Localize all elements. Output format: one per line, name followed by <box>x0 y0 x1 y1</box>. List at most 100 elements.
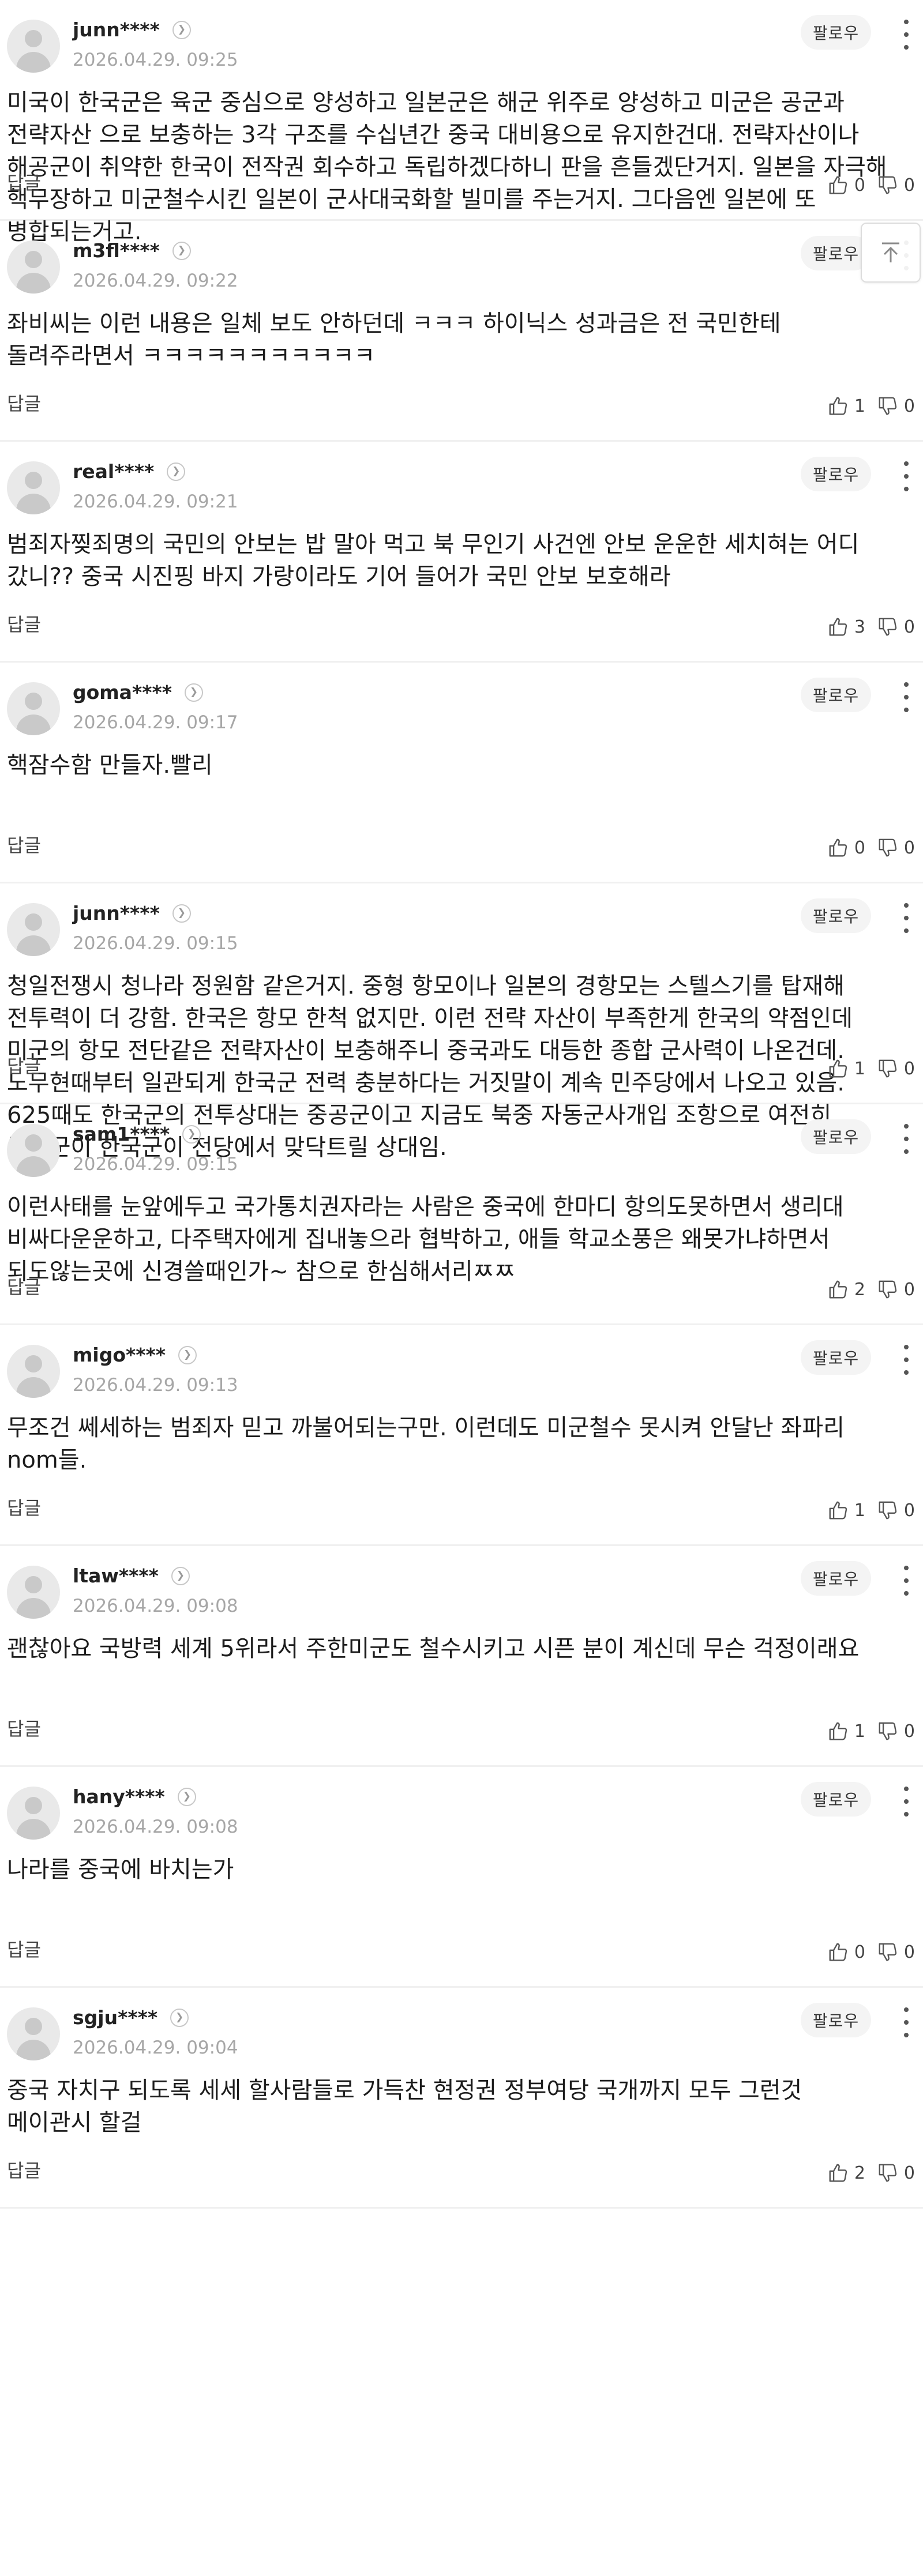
follow-button[interactable]: 팔로우 <box>801 1119 871 1154</box>
comment-text: 중국 자치구 되도록 세세 할사람들로 가득찬 현정권 정부여당 국개까지 모두… <box>7 2077 802 2136</box>
reply-button[interactable]: 답글 <box>7 1714 41 1741</box>
username[interactable]: hany**** <box>73 1785 165 1808</box>
avatar[interactable] <box>7 240 60 294</box>
reply-button[interactable]: 답글 <box>7 168 41 195</box>
dislike-count: 0 <box>903 175 915 195</box>
chevron-right-icon[interactable]: ❯ <box>182 1125 201 1144</box>
comment-author[interactable]: sam1**** ❯ <box>73 1123 201 1145</box>
comment-author[interactable]: junn**** ❯ <box>73 18 191 41</box>
more-options-icon[interactable] <box>898 903 915 933</box>
avatar[interactable] <box>7 461 60 514</box>
comment-item: junn**** ❯ 2026.04.29. 09:25 팔로우 미국이 한국군… <box>0 0 923 245</box>
reply-button[interactable]: 답글 <box>7 1273 41 1299</box>
comment-author[interactable]: sgju**** ❯ <box>73 2006 189 2029</box>
comment-text: 좌비씨는 이런 내용은 일체 보도 안하던데 ㅋㅋㅋ 하이닉스 성과금은 전 국… <box>7 310 781 369</box>
chevron-right-icon[interactable]: ❯ <box>170 2008 189 2027</box>
avatar[interactable] <box>7 20 60 73</box>
dislike-button[interactable]: 0 <box>877 1278 915 1300</box>
more-options-icon[interactable] <box>898 20 915 50</box>
like-button[interactable]: 1 <box>827 1499 865 1521</box>
avatar[interactable] <box>7 1345 60 1398</box>
follow-button[interactable]: 팔로우 <box>801 457 871 491</box>
username[interactable]: m3fl**** <box>73 239 160 262</box>
more-options-icon[interactable] <box>898 1566 915 1596</box>
chevron-right-icon[interactable]: ❯ <box>184 683 203 702</box>
chevron-right-icon[interactable]: ❯ <box>172 20 191 39</box>
follow-button[interactable]: 팔로우 <box>801 898 871 933</box>
more-options-icon[interactable] <box>898 1124 915 1154</box>
username[interactable]: goma**** <box>73 681 172 704</box>
like-button[interactable]: 3 <box>827 616 865 638</box>
like-button[interactable]: 1 <box>827 1720 865 1742</box>
follow-button[interactable]: 팔로우 <box>801 2003 871 2037</box>
username[interactable]: junn**** <box>73 18 160 41</box>
like-count: 2 <box>854 2163 865 2183</box>
thumbs-up-icon <box>829 1059 847 1078</box>
username[interactable]: real**** <box>73 460 154 483</box>
dislike-button[interactable]: 0 <box>877 616 915 638</box>
chevron-right-icon[interactable]: ❯ <box>167 462 186 481</box>
comment-author[interactable]: hany**** ❯ <box>73 1785 196 1808</box>
comment-text: 나라를 중국에 바치는가 <box>7 1856 234 1883</box>
follow-button[interactable]: 팔로우 <box>801 15 871 50</box>
more-options-icon[interactable] <box>898 2007 915 2037</box>
thumbs-down-icon <box>879 838 897 857</box>
reply-button[interactable]: 답글 <box>7 2156 41 2183</box>
chevron-right-icon[interactable]: ❯ <box>178 1345 197 1364</box>
reply-button[interactable]: 답글 <box>7 1935 41 1962</box>
username[interactable]: sam1**** <box>73 1123 170 1145</box>
dislike-button[interactable]: 0 <box>877 1058 915 1080</box>
like-button[interactable]: 2 <box>827 1278 865 1300</box>
avatar[interactable] <box>7 1566 60 1619</box>
more-options-icon[interactable] <box>898 682 915 712</box>
username[interactable]: junn**** <box>73 902 160 924</box>
avatar[interactable] <box>7 1124 60 1177</box>
comment-author[interactable]: migo**** ❯ <box>73 1344 197 1366</box>
like-button[interactable]: 0 <box>827 174 865 196</box>
avatar[interactable] <box>7 2007 60 2060</box>
comment-author[interactable]: real**** ❯ <box>73 460 186 483</box>
dislike-button[interactable]: 0 <box>877 1941 915 1963</box>
dislike-button[interactable]: 0 <box>877 1720 915 1742</box>
reply-button[interactable]: 답글 <box>7 831 41 858</box>
dislike-button[interactable]: 0 <box>877 2162 915 2184</box>
chevron-right-icon[interactable]: ❯ <box>172 904 191 923</box>
comment-author[interactable]: ltaw**** ❯ <box>73 1565 190 1587</box>
dislike-button[interactable]: 0 <box>877 837 915 859</box>
dislike-count: 0 <box>903 1942 915 1962</box>
follow-button[interactable]: 팔로우 <box>801 1561 871 1596</box>
chevron-right-icon[interactable]: ❯ <box>171 1566 190 1585</box>
comment-author[interactable]: goma**** ❯ <box>73 681 203 704</box>
avatar[interactable] <box>7 682 60 735</box>
like-button[interactable]: 0 <box>827 1941 865 1963</box>
follow-button[interactable]: 팔로우 <box>801 1340 871 1375</box>
reply-button[interactable]: 답글 <box>7 389 41 416</box>
chevron-right-icon[interactable]: ❯ <box>177 1787 196 1806</box>
dislike-button[interactable]: 0 <box>877 174 915 196</box>
username[interactable]: sgju**** <box>73 2006 157 2029</box>
more-options-icon[interactable] <box>898 461 915 491</box>
username[interactable]: ltaw**** <box>73 1565 159 1587</box>
reply-button[interactable]: 답글 <box>7 610 41 637</box>
like-button[interactable]: 1 <box>827 1058 865 1080</box>
reply-button[interactable]: 답글 <box>7 1052 41 1078</box>
comment-author[interactable]: junn**** ❯ <box>73 902 191 924</box>
avatar[interactable] <box>7 903 60 956</box>
chevron-right-icon[interactable]: ❯ <box>172 241 191 260</box>
dislike-button[interactable]: 0 <box>877 395 915 417</box>
avatar[interactable] <box>7 1787 60 1840</box>
comment-author[interactable]: m3fl**** ❯ <box>73 239 191 262</box>
scroll-to-top-button[interactable] <box>861 223 921 283</box>
more-options-icon[interactable] <box>898 1787 915 1817</box>
thumbs-up-icon <box>829 838 847 857</box>
like-button[interactable]: 0 <box>827 837 865 859</box>
follow-button[interactable]: 팔로우 <box>801 1782 871 1817</box>
reply-button[interactable]: 답글 <box>7 1494 41 1520</box>
like-button[interactable]: 2 <box>827 2162 865 2184</box>
username[interactable]: migo**** <box>73 1344 166 1366</box>
follow-button[interactable]: 팔로우 <box>801 678 871 712</box>
dislike-button[interactable]: 0 <box>877 1499 915 1521</box>
thumbs-up-icon <box>829 397 847 415</box>
more-options-icon[interactable] <box>898 1345 915 1375</box>
like-button[interactable]: 1 <box>827 395 865 417</box>
